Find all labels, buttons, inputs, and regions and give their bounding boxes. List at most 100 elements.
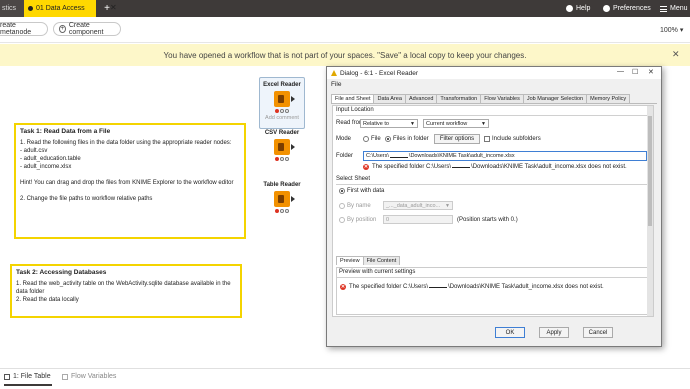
mode-files-in-folder-radio[interactable] <box>385 136 391 142</box>
mode-label: Mode <box>336 136 352 142</box>
ok-button[interactable]: OK <box>495 327 525 338</box>
maximize-icon[interactable]: ☐ <box>632 68 638 76</box>
preview-header: Preview with current settings <box>339 269 416 275</box>
tab-file-table[interactable]: 1: File Table <box>4 373 52 386</box>
section-divider <box>337 277 647 278</box>
add-tab-button[interactable]: + <box>101 0 113 17</box>
folder-suffix: \Downloads\KNIME Task\adult_income.xlsx <box>408 153 515 159</box>
tab-transformation[interactable]: Transformation <box>436 94 482 103</box>
annotation-title: Task 1: Read Data from a File <box>20 128 111 135</box>
tab-active-label: 01 Data Access <box>36 5 85 12</box>
error-prefix: The specified folder C:\Users\ <box>349 284 429 290</box>
scrollbar-thumb[interactable] <box>648 116 652 226</box>
read-from-select[interactable]: Relative to ▼ <box>360 119 418 128</box>
first-with-data-label: First with data <box>347 188 385 194</box>
sheet-position-value: 0 <box>386 216 390 223</box>
section-divider <box>336 184 648 185</box>
redacted-username <box>389 155 408 158</box>
dialog-menubar: File <box>327 79 661 90</box>
hamburger-icon <box>660 5 667 12</box>
redacted-username <box>429 285 448 288</box>
banner-text: You have opened a workflow that is not p… <box>163 50 527 60</box>
table-icon <box>4 373 10 380</box>
chevron-down-icon: ▾ <box>679 27 684 34</box>
tab-flow-variables[interactable]: Flow Variables <box>480 94 524 103</box>
add-comment-link[interactable]: Add comment <box>260 115 304 121</box>
chevron-down-icon: ▼ <box>410 121 415 127</box>
folder-path-input[interactable]: C:\Users\ \Downloads\KNIME Task\adult_in… <box>363 151 647 161</box>
table-reader-icon <box>274 191 295 207</box>
first-with-data-radio[interactable] <box>339 188 345 194</box>
sheet-name-select[interactable]: _..._data_adult_inco... ▼ <box>383 201 453 210</box>
flow-variable-icon <box>62 373 68 380</box>
create-metanode-button[interactable]: reate metanode <box>0 22 48 36</box>
dialog-footer: OK Apply Cancel <box>327 325 661 345</box>
by-name-radio[interactable] <box>339 203 345 209</box>
create-metanode-label: reate metanode <box>0 22 32 36</box>
zoom-select[interactable]: 100% ▾ <box>660 26 683 34</box>
preview-panel: Preview with current settings ✕ The spec… <box>336 267 648 315</box>
create-component-label: Create component <box>68 22 104 36</box>
menu-button[interactable]: Menu <box>660 0 688 17</box>
tab-file-and-sheet[interactable]: File and Sheet <box>331 94 375 103</box>
folder-prefix: C:\Users\ <box>366 153 389 159</box>
help-button[interactable]: Help <box>566 0 590 17</box>
folder-error-message: The specified folder C:\Users\ \Downloads… <box>372 164 627 170</box>
tab-preview[interactable]: Preview <box>336 256 364 265</box>
folder-label: Folder <box>336 153 354 159</box>
annotation-body: 1. Read the web_activity table on the We… <box>16 281 231 303</box>
excel-reader-node[interactable]: Excel Reader Add comment <box>259 77 305 129</box>
preferences-button[interactable]: Preferences <box>603 0 651 17</box>
section-divider <box>336 115 648 116</box>
csv-reader-node[interactable]: CSV Reader <box>262 130 302 161</box>
mode-file-radio[interactable] <box>363 136 369 142</box>
tab-advanced[interactable]: Advanced <box>404 94 438 103</box>
tab-file-content[interactable]: File Content <box>362 256 401 265</box>
by-position-radio[interactable] <box>339 217 345 223</box>
csv-reader-icon <box>274 139 295 155</box>
filter-options-button[interactable]: Filter options <box>434 134 480 144</box>
preview-tabs: Preview File Content <box>336 256 401 265</box>
menu-file[interactable]: File <box>331 81 341 88</box>
zoom-value: 100% <box>660 27 678 34</box>
tab-flow-variables-bottom[interactable]: Flow Variables <box>62 373 116 380</box>
tab-01-data-access[interactable]: 01 Data Access ✕ <box>24 0 117 17</box>
output-port-icon[interactable] <box>291 196 295 202</box>
error-icon: ✕ <box>363 164 369 170</box>
gear-icon <box>603 5 610 12</box>
plus-icon: + <box>59 25 66 33</box>
read-from-value: Relative to <box>363 120 389 127</box>
tab-data-area[interactable]: Data Area <box>373 94 406 103</box>
annotation-task-2[interactable]: Task 2: Accessing Databases 1. Read the … <box>10 264 242 318</box>
excel-reader-dialog: Dialog - 6:1 - Excel Reader — ☐ ✕ File F… <box>326 66 662 347</box>
minimize-icon[interactable]: — <box>617 68 624 75</box>
output-port-icon[interactable] <box>291 144 295 150</box>
error-suffix: \Downloads\KNIME Task\adult_income.xlsx … <box>448 284 604 290</box>
create-component-button[interactable]: + Create component <box>53 22 121 36</box>
sheet-position-spinner[interactable]: 0 <box>383 215 453 224</box>
node-status <box>260 109 304 113</box>
tab-job-manager-selection[interactable]: Job Manager Selection <box>522 94 588 103</box>
annotation-task-1[interactable]: Task 1: Read Data from a File 1. Read th… <box>14 123 246 239</box>
bottom-panel-tabs: 1: File Table Flow Variables <box>0 368 690 389</box>
node-status <box>262 157 302 161</box>
table-reader-node[interactable]: Table Reader <box>262 182 302 213</box>
output-port-icon[interactable] <box>291 96 295 102</box>
section-input-location: Input Location <box>336 107 374 113</box>
banner-close-icon[interactable]: ✕ <box>672 49 680 60</box>
menu-label: Menu <box>670 5 688 12</box>
info-banner: You have opened a workflow that is not p… <box>0 44 690 66</box>
cancel-button[interactable]: Cancel <box>583 327 613 338</box>
close-icon[interactable]: ✕ <box>648 68 654 76</box>
tab-previous-workflow[interactable]: stics <box>0 0 24 17</box>
tab-memory-policy[interactable]: Memory Policy <box>586 94 631 103</box>
dialog-titlebar[interactable]: Dialog - 6:1 - Excel Reader — ☐ ✕ <box>327 67 661 79</box>
workflow-select[interactable]: Current workflow ▼ <box>423 119 489 128</box>
dialog-scrollbar[interactable] <box>647 106 653 316</box>
redacted-username <box>452 165 471 168</box>
position-hint: (Position starts with 0.) <box>457 217 518 223</box>
dialog-content: Input Location Read from Relative to ▼ C… <box>332 105 654 317</box>
apply-button[interactable]: Apply <box>539 327 569 338</box>
include-subfolders-checkbox[interactable] <box>484 136 490 142</box>
excel-reader-icon <box>274 91 295 107</box>
